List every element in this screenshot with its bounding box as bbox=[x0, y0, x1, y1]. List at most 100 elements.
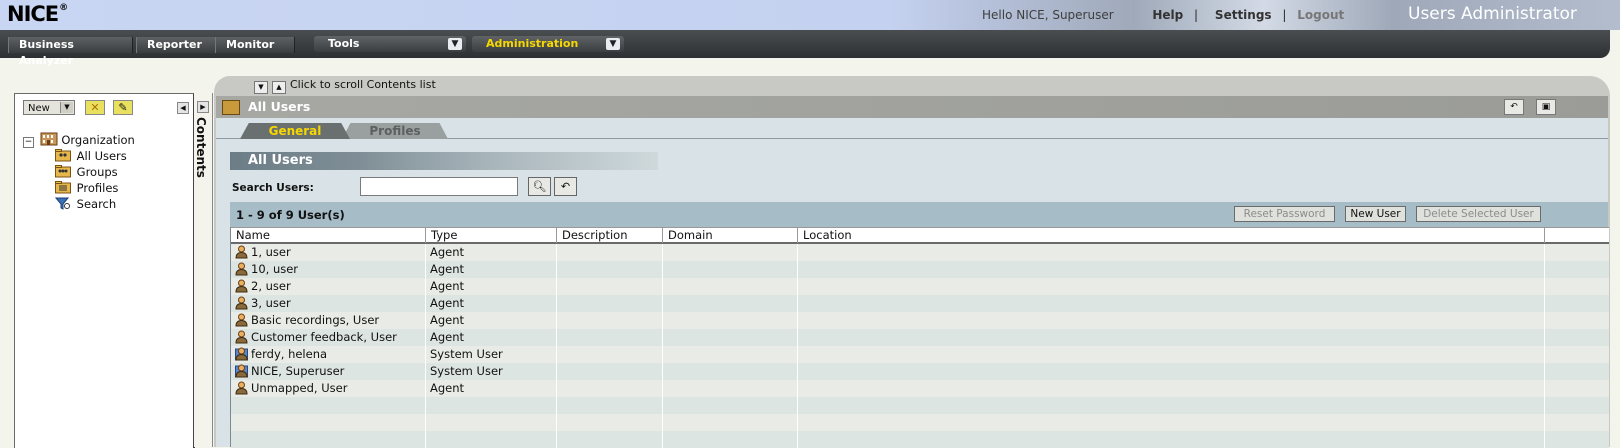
help-link[interactable]: Help bbox=[1152, 8, 1183, 22]
agent-icon bbox=[235, 313, 248, 327]
tree-item-search[interactable]: Search bbox=[23, 196, 135, 212]
logout-link[interactable]: Logout bbox=[1297, 8, 1344, 22]
cell-name: 3, user bbox=[231, 295, 426, 312]
tree-item-groups[interactable]: Groups bbox=[23, 164, 135, 180]
cell-name: Customer feedback, User bbox=[231, 329, 426, 346]
new-user-button[interactable]: New User bbox=[1345, 206, 1406, 222]
cell-text: Basic recordings, User bbox=[251, 313, 380, 327]
agent-icon bbox=[235, 262, 248, 276]
delete-icon[interactable]: ✕ bbox=[85, 100, 105, 115]
save-icon[interactable]: ▣ bbox=[1536, 99, 1556, 115]
main-nav: Business Analyzer Reporter Monitor Tools… bbox=[0, 30, 1610, 67]
table-row[interactable]: Basic recordings, User Agent bbox=[231, 312, 1609, 329]
cell-location bbox=[798, 431, 1545, 448]
cell-type: Agent bbox=[426, 380, 557, 397]
reset-search-button[interactable]: ↶ bbox=[554, 177, 577, 196]
cell-text: Unmapped, User bbox=[251, 381, 348, 395]
reset-password-button[interactable]: Reset Password bbox=[1234, 206, 1335, 222]
cell-location bbox=[798, 312, 1545, 329]
chevron-down-icon: ▼ bbox=[606, 38, 620, 50]
cell-type bbox=[426, 431, 557, 448]
administration-label: Administration bbox=[486, 37, 579, 50]
table-row[interactable]: Unmapped, User Agent bbox=[231, 380, 1609, 397]
tab-reporter[interactable]: Reporter bbox=[136, 37, 216, 53]
column-header-name[interactable]: Name bbox=[231, 228, 426, 243]
header-links: Hello NICE, Superuser Help | Settings | … bbox=[982, 8, 1345, 22]
cell-domain bbox=[663, 431, 798, 448]
agent-icon bbox=[235, 296, 248, 310]
cell-domain bbox=[663, 278, 798, 295]
cell-domain bbox=[663, 414, 798, 431]
table-row[interactable]: ferdy, helena System User bbox=[231, 346, 1609, 363]
table-row[interactable]: 3, user Agent bbox=[231, 295, 1609, 312]
cell-text: Agent bbox=[430, 330, 465, 344]
cell-text: Agent bbox=[430, 245, 465, 259]
edit-icon[interactable]: ✎ bbox=[113, 100, 133, 115]
cell-description bbox=[557, 278, 663, 295]
cell-description bbox=[557, 397, 663, 414]
system-user-icon bbox=[235, 347, 248, 361]
search-users-input[interactable] bbox=[360, 177, 518, 196]
tree-label: Organization bbox=[61, 133, 135, 147]
contents-strip[interactable]: ▶ Contents bbox=[194, 93, 213, 447]
user-count: 1 - 9 of 9 User(s) bbox=[236, 208, 345, 222]
column-header-domain[interactable]: Domain bbox=[663, 228, 798, 243]
profiles-folder-icon bbox=[55, 181, 71, 194]
column-header-location[interactable]: Location bbox=[798, 228, 1545, 243]
cell-description bbox=[557, 329, 663, 346]
cell-location bbox=[798, 346, 1545, 363]
nice-logo: NICE® bbox=[7, 2, 68, 26]
column-header-type[interactable]: Type bbox=[426, 228, 557, 243]
tab-business-analyzer[interactable]: Business Analyzer bbox=[8, 37, 133, 67]
cell-type: Agent bbox=[426, 261, 557, 278]
cell-domain bbox=[663, 397, 798, 414]
scroll-up-icon[interactable]: ▲ bbox=[272, 81, 286, 94]
cell-type: Agent bbox=[426, 329, 557, 346]
search-button[interactable]: 🔍︎ bbox=[528, 177, 551, 196]
table-row[interactable]: 1, user Agent bbox=[231, 244, 1609, 261]
cell-location bbox=[798, 380, 1545, 397]
expand-panel-icon[interactable]: ▶ bbox=[197, 101, 209, 113]
table-row[interactable]: 2, user Agent bbox=[231, 278, 1609, 295]
cell-domain bbox=[663, 261, 798, 278]
tree-item-all-users[interactable]: All Users bbox=[23, 148, 135, 164]
tab-profiles[interactable]: Profiles bbox=[342, 123, 448, 139]
cell-type: Agent bbox=[426, 295, 557, 312]
cell-text: Agent bbox=[430, 262, 465, 276]
scroll-down-icon[interactable]: ▼ bbox=[254, 81, 268, 94]
new-select[interactable]: New ▼ bbox=[23, 100, 75, 115]
tab-monitor[interactable]: Monitor bbox=[215, 37, 295, 53]
collapse-panel-icon[interactable]: ◀ bbox=[177, 102, 189, 114]
cell-location bbox=[798, 397, 1545, 414]
settings-link[interactable]: Settings bbox=[1215, 8, 1272, 22]
collapse-node-icon[interactable]: − bbox=[23, 137, 34, 148]
tree-item-organization[interactable]: − Organization bbox=[23, 132, 135, 148]
tab-general[interactable]: General bbox=[240, 123, 350, 139]
table-row[interactable]: NICE, Superuser System User bbox=[231, 363, 1609, 380]
cell-type bbox=[426, 414, 557, 431]
cell-description bbox=[557, 431, 663, 448]
table-row[interactable]: Customer feedback, User Agent bbox=[231, 329, 1609, 346]
column-header-description[interactable]: Description bbox=[557, 228, 663, 243]
table-row[interactable]: 10, user Agent bbox=[231, 261, 1609, 278]
cell-text: Agent bbox=[430, 296, 465, 310]
groups-folder-icon bbox=[55, 165, 71, 178]
tree-label: Groups bbox=[76, 165, 118, 179]
delete-selected-user-button[interactable]: Delete Selected User bbox=[1416, 206, 1541, 222]
cell-description bbox=[557, 414, 663, 431]
undo-icon[interactable]: ↶ bbox=[1504, 99, 1524, 115]
tree-item-profiles[interactable]: Profiles bbox=[23, 180, 135, 196]
cell-name bbox=[231, 414, 426, 431]
administration-dropdown[interactable]: Administration ▼ bbox=[472, 36, 624, 52]
tools-dropdown[interactable]: Tools ▼ bbox=[314, 36, 466, 52]
search-users-label: Search Users: bbox=[232, 182, 314, 194]
undo-icon: ↶ bbox=[560, 180, 571, 193]
tree-label: All Users bbox=[76, 149, 127, 163]
cell-domain bbox=[663, 329, 798, 346]
cell-domain bbox=[663, 380, 798, 397]
grid-toolbar: 1 - 9 of 9 User(s) Reset Password New Us… bbox=[230, 202, 1608, 227]
tree-label: Search bbox=[76, 197, 117, 211]
page-title: All Users bbox=[248, 99, 311, 114]
cell-description bbox=[557, 312, 663, 329]
cell-location bbox=[798, 414, 1545, 431]
